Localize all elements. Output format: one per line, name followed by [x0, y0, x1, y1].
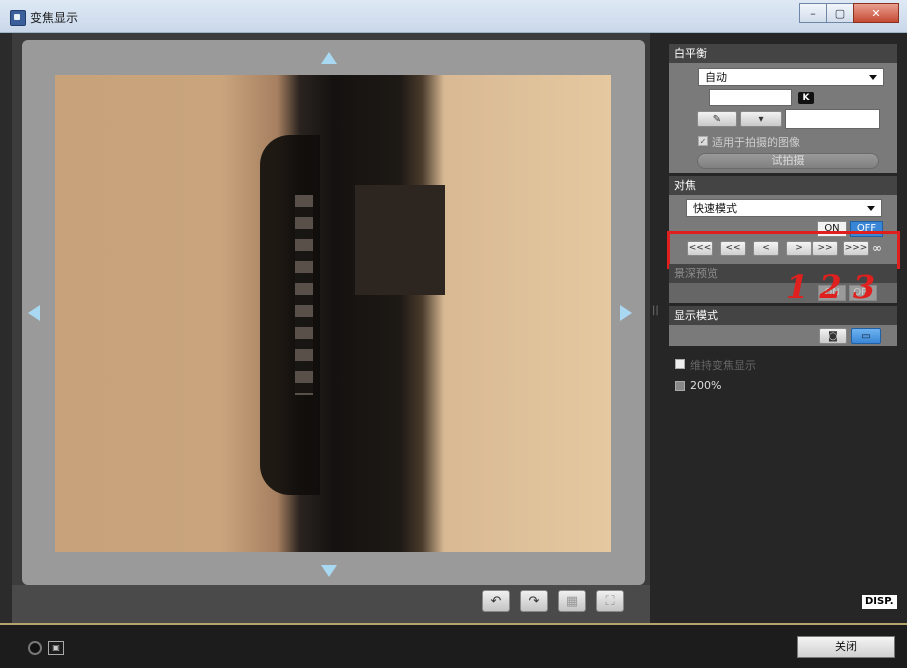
focus-mode-select[interactable]: 快速模式 — [686, 199, 882, 217]
rotate-left-button[interactable]: ↶ — [482, 590, 510, 612]
camera-connection-icon: ▣ — [48, 641, 64, 655]
footer-bar — [0, 623, 907, 668]
title-bar: 变焦显示 – ▢ ✕ — [0, 0, 907, 33]
white-balance-select[interactable]: 自动 — [698, 68, 884, 86]
annotation-text: 1 2 3 — [786, 268, 876, 306]
zoom-200-label: 200% — [690, 379, 722, 392]
wb-shift-dropdown[interactable]: ▾ — [740, 111, 782, 127]
splitter-handle[interactable]: || — [652, 305, 659, 316]
eyedropper-button[interactable]: ✎ — [697, 111, 737, 127]
close-icon: ✕ — [871, 6, 881, 20]
window-controls: – ▢ ✕ — [799, 3, 899, 23]
arrow-right-icon[interactable] — [620, 305, 632, 321]
arrow-left-icon[interactable] — [28, 305, 40, 321]
rotate-right-button[interactable]: ↷ — [520, 590, 548, 612]
wb-shift-field[interactable] — [785, 109, 880, 129]
left-edge — [0, 33, 12, 666]
disp-icon[interactable]: DISP. — [862, 595, 897, 609]
minimize-button[interactable]: – — [799, 3, 827, 23]
status-indicator-icon — [28, 641, 42, 655]
close-button[interactable]: 关闭 — [797, 636, 895, 658]
fit-screen-button[interactable]: ⛶ — [596, 590, 624, 612]
chevron-down-icon: ▾ — [758, 113, 764, 125]
apply-to-shot-label: 适用于拍摄的图像 — [712, 136, 800, 149]
grid-button[interactable]: ▦ — [558, 590, 586, 612]
fit-screen-icon: ⛶ — [605, 593, 615, 609]
rotate-left-icon: ↶ — [490, 593, 502, 609]
eyedropper-icon: ✎ — [712, 113, 722, 125]
maximize-icon: ▢ — [834, 6, 846, 20]
grid-icon: ▦ — [565, 593, 579, 609]
viewer-toolbar — [12, 585, 650, 623]
image-notch — [355, 185, 445, 295]
camera-mode-button[interactable]: ◙ — [819, 328, 847, 344]
close-window-button[interactable]: ✕ — [853, 3, 899, 23]
window-title: 变焦显示 — [30, 11, 79, 25]
zoomed-image[interactable] — [55, 75, 611, 552]
focus-header: 对焦 — [669, 176, 897, 195]
apply-to-shot-checkbox[interactable]: ✓ — [698, 136, 708, 146]
image-lens-ridges — [295, 195, 313, 395]
display-mode-header: 显示模式 — [669, 306, 897, 325]
keep-zoom-label: 维持变焦显示 — [690, 359, 756, 372]
white-balance-header: 白平衡 — [669, 44, 897, 63]
zoom-200-checkbox[interactable] — [675, 381, 685, 391]
chevron-down-icon — [869, 75, 877, 80]
arrow-up-icon[interactable] — [321, 52, 337, 64]
kelvin-input[interactable] — [709, 89, 792, 106]
kelvin-badge: K — [798, 92, 814, 104]
focus-mode-value: 快速模式 — [693, 202, 737, 215]
keep-zoom-checkbox[interactable] — [675, 359, 685, 369]
white-balance-value: 自动 — [705, 71, 727, 84]
maximize-button[interactable]: ▢ — [826, 3, 854, 23]
chevron-down-icon — [867, 206, 875, 211]
zoom-display-app-icon — [10, 10, 26, 26]
rotate-right-icon: ↷ — [528, 593, 540, 609]
pc-monitor-mode-button[interactable]: ▭ — [851, 328, 881, 344]
camera-icon: ◙ — [828, 330, 838, 342]
minimize-icon: – — [810, 6, 816, 20]
arrow-down-icon[interactable] — [321, 565, 337, 577]
monitor-icon: ▭ — [861, 330, 871, 342]
test-shot-button[interactable]: 试拍摄 — [697, 153, 879, 169]
